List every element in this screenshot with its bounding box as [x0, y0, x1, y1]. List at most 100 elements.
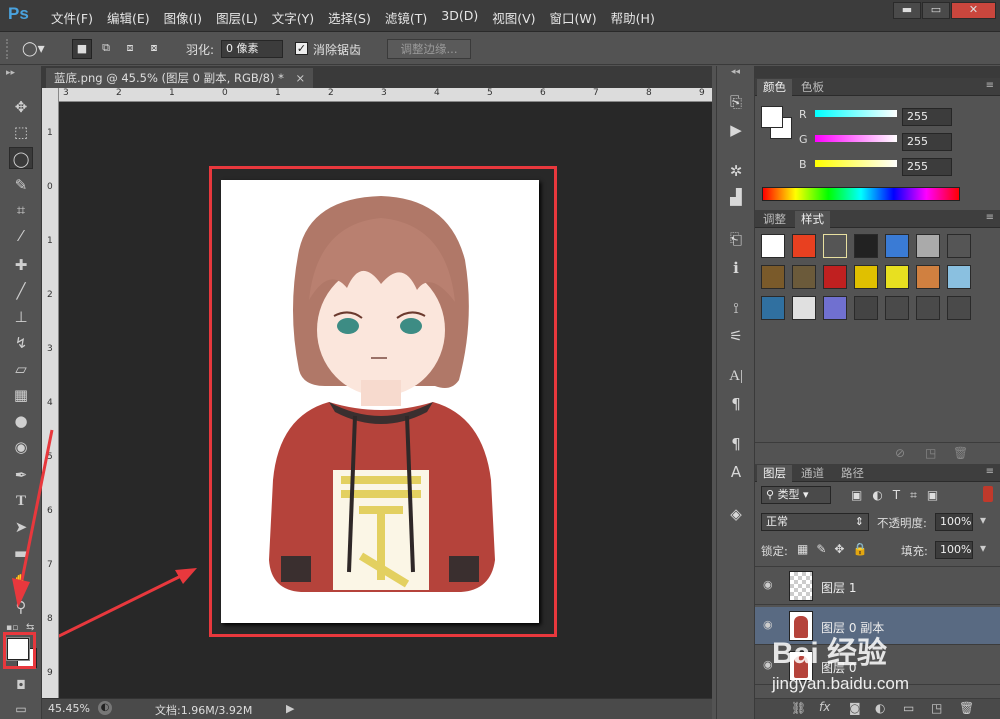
blend-mode-select[interactable]: 正常 ⇕ — [761, 513, 869, 531]
character-panel-icon[interactable]: A| — [725, 366, 747, 386]
history-brush-tool-icon[interactable]: ↯ — [9, 332, 33, 354]
tab-swatches[interactable]: 色板 — [795, 79, 830, 96]
collapse-strip-icon[interactable]: ◂◂ — [731, 67, 740, 77]
style-swatch[interactable] — [885, 265, 909, 289]
move-tool-icon[interactable]: ✥ — [9, 96, 33, 118]
clone-stamp-tool-icon[interactable]: ⊥ — [9, 306, 33, 328]
healing-brush-tool-icon[interactable]: ✚ — [9, 254, 33, 276]
layer-effects-icon[interactable]: fx — [819, 700, 830, 714]
tab-styles[interactable]: 样式 — [795, 211, 830, 228]
quick-selection-tool-icon[interactable]: ✎ — [9, 174, 33, 196]
menu-item[interactable]: 文字(Y) — [265, 8, 321, 27]
panel-menu-icon[interactable]: ≡ — [986, 80, 994, 91]
paragraph-panel-icon[interactable]: ¶ — [725, 394, 747, 414]
tab-layers[interactable]: 图层 — [757, 465, 792, 482]
actions-panel-icon[interactable]: ▶ — [725, 120, 747, 140]
lock-icons[interactable]: ▦✎✥🔒 — [797, 542, 875, 556]
screen-mode-icon[interactable]: ▭ — [9, 698, 33, 719]
document-tab[interactable]: 蓝底.png @ 45.5% (图层 0 副本, RGB/8) * × — [46, 68, 314, 88]
close-button[interactable]: ✕ — [951, 2, 996, 19]
visibility-eye-icon[interactable]: ◉ — [763, 578, 773, 591]
3d-panel-icon[interactable]: ◈ — [725, 504, 747, 524]
layer-filter-icons[interactable]: ▣◐T⌗▣ — [851, 488, 948, 503]
new-style-icon[interactable]: ◳ — [925, 446, 936, 460]
info-panel-icon[interactable]: ⎗ — [725, 229, 747, 249]
style-swatch[interactable] — [916, 265, 940, 289]
eyedropper-tool-icon[interactable]: ⁄ — [9, 225, 33, 247]
delete-style-icon[interactable]: 🗑 — [953, 446, 968, 460]
style-swatch[interactable] — [823, 265, 847, 289]
filter-toggle-icon[interactable] — [983, 486, 993, 502]
lasso-tool-icon[interactable]: ◯ — [9, 147, 33, 169]
style-swatch[interactable] — [792, 265, 816, 289]
menu-item[interactable]: 图层(L) — [209, 8, 265, 27]
new-group-icon[interactable]: ▭ — [903, 701, 914, 715]
channel-r-slider[interactable] — [815, 110, 897, 117]
style-swatch[interactable] — [761, 234, 785, 258]
layer-row[interactable]: ◉ 图层 1 — [755, 567, 1000, 605]
canvas-area[interactable] — [59, 102, 712, 698]
collapse-toolbar-icon[interactable]: ▸▸ — [6, 68, 15, 78]
crop-tool-icon[interactable]: ⌗ — [9, 199, 33, 221]
color-spectrum[interactable] — [762, 187, 960, 201]
layer-mask-icon[interactable]: ◙ — [849, 701, 861, 715]
panel-menu-icon[interactable]: ≡ — [986, 212, 994, 223]
style-swatch[interactable] — [947, 265, 971, 289]
style-swatch[interactable] — [916, 296, 940, 320]
status-menu-icon[interactable]: ◐ — [98, 701, 112, 715]
style-swatch[interactable] — [947, 234, 971, 258]
channel-g-input[interactable]: 255 — [902, 133, 952, 151]
brush-tool-icon[interactable]: ╱ — [9, 280, 33, 302]
status-arrow-icon[interactable]: ▶ — [286, 702, 294, 715]
style-swatch[interactable] — [823, 296, 847, 320]
fill-dropdown-icon[interactable]: ▾ — [975, 541, 991, 559]
character-styles-icon[interactable]: ¶ — [725, 434, 747, 454]
close-tab-icon[interactable]: × — [296, 71, 306, 85]
properties-panel-icon[interactable]: ℹ — [725, 258, 747, 278]
menu-item[interactable]: 图像(I) — [157, 8, 209, 27]
new-selection-icon[interactable]: ■ — [72, 39, 92, 59]
clear-style-icon[interactable]: ⊘ — [895, 446, 905, 460]
foreground-swatch[interactable] — [761, 106, 783, 128]
ruler-horizontal[interactable]: 3 2 1 0 1 2 3 4 5 6 7 8 9 — [59, 88, 712, 102]
add-selection-icon[interactable]: ⧉ — [96, 39, 116, 59]
style-swatch[interactable] — [916, 234, 940, 258]
marquee-tool-icon[interactable]: ⬚ — [9, 121, 33, 143]
style-swatch[interactable] — [885, 296, 909, 320]
histogram-panel-icon[interactable]: ▟ — [725, 187, 747, 207]
menu-item[interactable]: 窗口(W) — [543, 8, 604, 27]
menu-item[interactable]: 3D(D) — [434, 8, 485, 27]
history-panel-icon[interactable]: ⎘ — [725, 92, 747, 112]
new-layer-icon[interactable]: ◳ — [931, 701, 942, 715]
tab-color[interactable]: 颜色 — [757, 79, 792, 96]
minimize-button[interactable]: ▬ — [893, 2, 921, 19]
fill-input[interactable]: 100% — [935, 541, 973, 559]
style-swatch[interactable] — [947, 296, 971, 320]
style-swatch[interactable] — [854, 234, 878, 258]
lasso-preset-icon[interactable]: ◯▾ — [22, 39, 60, 59]
menu-item[interactable]: 视图(V) — [485, 8, 542, 27]
style-swatch[interactable] — [854, 296, 878, 320]
paragraph-styles-icon[interactable]: A — [725, 462, 747, 482]
tab-paths[interactable]: 路径 — [835, 465, 870, 482]
style-swatch[interactable] — [792, 296, 816, 320]
menu-item[interactable]: 编辑(E) — [100, 8, 157, 27]
channel-r-input[interactable]: 255 — [902, 108, 952, 126]
style-swatch[interactable] — [792, 234, 816, 258]
style-swatch[interactable] — [885, 234, 909, 258]
style-swatch[interactable] — [823, 234, 847, 258]
menu-item[interactable]: 帮助(H) — [604, 8, 662, 27]
menu-item[interactable]: 文件(F) — [44, 8, 100, 27]
opacity-dropdown-icon[interactable]: ▾ — [975, 513, 991, 531]
style-swatch[interactable] — [761, 265, 785, 289]
panel-menu-icon[interactable]: ≡ — [986, 466, 994, 477]
feather-input[interactable]: 0 像素 — [221, 40, 283, 58]
link-layers-icon[interactable]: ⛓ — [791, 701, 806, 715]
delete-layer-icon[interactable]: 🗑 — [959, 701, 974, 715]
subtract-selection-icon[interactable]: ⧈ — [120, 39, 140, 59]
style-swatch[interactable] — [854, 265, 878, 289]
zoom-level[interactable]: 45.45% — [48, 702, 90, 715]
navigator-panel-icon[interactable]: ✲ — [725, 161, 747, 181]
intersect-selection-icon[interactable]: ⧇ — [144, 39, 164, 59]
maximize-button[interactable]: ▭ — [922, 2, 950, 19]
